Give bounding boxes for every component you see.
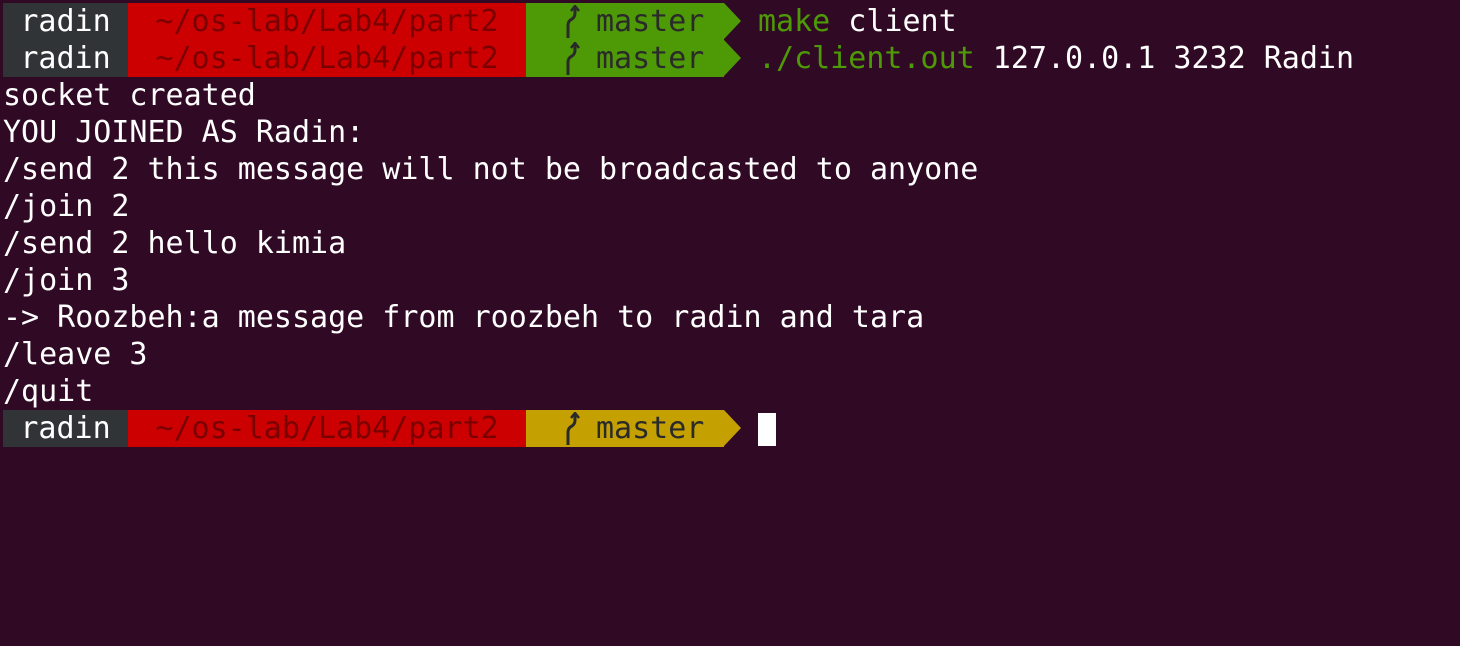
segment-separator bbox=[724, 410, 741, 446]
prompt-git-segment: master bbox=[526, 410, 724, 447]
output-line: /send 2 this message will not be broadca… bbox=[3, 152, 979, 187]
output-line: -> Roozbeh:a message from roozbeh to rad… bbox=[3, 300, 925, 335]
prompt-user: radin bbox=[3, 40, 128, 77]
prompt-path: ~/os-lab/Lab4/part2 bbox=[128, 40, 526, 77]
output-line: /join 3 bbox=[3, 263, 130, 298]
segment-separator bbox=[724, 40, 741, 76]
command-name: ./client.out bbox=[758, 41, 975, 76]
prompt-user: radin bbox=[3, 410, 128, 447]
command-name: make bbox=[758, 4, 831, 39]
git-branch-icon bbox=[566, 5, 580, 38]
prompt-user: radin bbox=[3, 3, 128, 40]
terminal-window[interactable]: radin ~/os-lab/Lab4/part2 master make cl… bbox=[0, 0, 1460, 646]
terminal-cursor[interactable] bbox=[758, 413, 776, 446]
output-line: /leave 3 bbox=[3, 337, 148, 372]
command-args: 127.0.0.1 3232 Radin bbox=[974, 41, 1355, 76]
prompt-path: ~/os-lab/Lab4/part2 bbox=[128, 3, 526, 40]
output-line: YOU JOINED AS Radin: bbox=[3, 115, 365, 150]
git-branch-name: master bbox=[596, 41, 705, 76]
output-line: socket created bbox=[3, 78, 256, 113]
output-line: /join 2 bbox=[3, 189, 130, 224]
prompt-line: radin ~/os-lab/Lab4/part2 master ./clien… bbox=[0, 40, 1460, 77]
command-text: make client bbox=[758, 3, 957, 40]
output-line: /send 2 hello kimia bbox=[3, 226, 347, 261]
git-branch-icon bbox=[566, 42, 580, 75]
prompt-git-segment: master bbox=[526, 40, 724, 77]
prompt-line: radin ~/os-lab/Lab4/part2 master bbox=[0, 410, 1460, 447]
output-line: /quit bbox=[3, 374, 94, 409]
git-branch-name: master bbox=[596, 4, 705, 39]
prompt-line: radin ~/os-lab/Lab4/part2 master make cl… bbox=[0, 3, 1460, 40]
prompt-git-segment: master bbox=[526, 3, 724, 40]
segment-separator bbox=[724, 3, 741, 39]
prompt-path: ~/os-lab/Lab4/part2 bbox=[128, 410, 526, 447]
git-branch-icon bbox=[566, 412, 580, 445]
git-branch-name: master bbox=[596, 411, 705, 446]
command-args: client bbox=[830, 4, 957, 39]
command-text: ./client.out 127.0.0.1 3232 Radin bbox=[758, 40, 1354, 77]
